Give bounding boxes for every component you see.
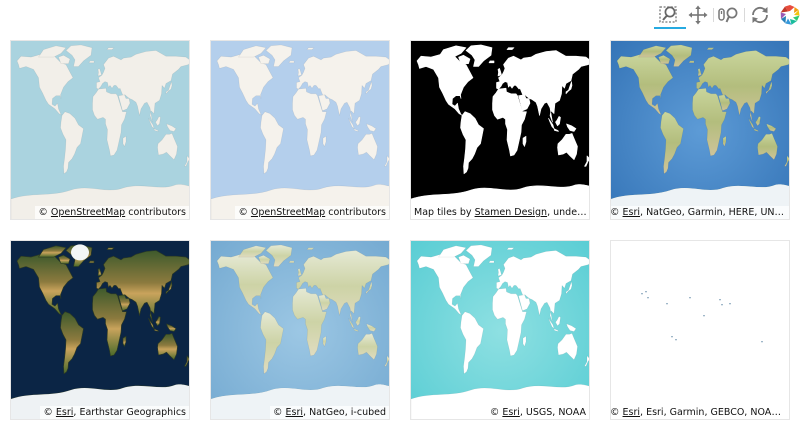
map-canvas[interactable]: [211, 41, 390, 220]
toolbar-divider: [713, 8, 714, 22]
wheel-zoom-icon: [718, 7, 738, 23]
attribution-prefix: ©: [43, 407, 56, 418]
attribution-link[interactable]: Esri: [56, 407, 74, 418]
map-feature-speck: [689, 297, 691, 299]
plot-toolbar: [650, 0, 800, 32]
map-tile-imagery[interactable]: © Esri, Earthstar Geographics: [10, 240, 190, 420]
attribution-text: © Esri, NatGeo, i-cubed: [270, 406, 389, 419]
map-canvas[interactable]: [11, 41, 190, 220]
bokeh-logo[interactable]: [778, 4, 800, 26]
map-feature-speck: [641, 293, 643, 295]
attribution-prefix: ©: [273, 407, 286, 418]
attribution-text: © Esri, NatGeo, Garmin, HERE, UNE...: [610, 206, 789, 219]
attribution-link[interactable]: Esri: [286, 407, 304, 418]
map-tile-natgeo[interactable]: © Esri, NatGeo, Garmin, HERE, UNE...: [610, 40, 790, 220]
attribution-link[interactable]: Esri: [623, 407, 641, 418]
map-feature-speck: [729, 303, 731, 305]
attribution-prefix: Map tiles by: [414, 207, 475, 218]
attribution-text: © Esri, Earthstar Geographics: [40, 406, 189, 419]
attribution-text: © Esri, Esri, Garmin, GEBCO, NOAA,...: [610, 406, 789, 419]
attribution-prefix: ©: [38, 207, 51, 218]
attribution-prefix: ©: [610, 407, 623, 418]
map-canvas[interactable]: [411, 241, 590, 420]
attribution-link[interactable]: Esri: [502, 407, 520, 418]
map-tile-light[interactable]: © OpenStreetMap contributors: [10, 40, 190, 220]
map-canvas[interactable]: [11, 241, 190, 420]
attribution-suffix: , NatGeo, i-cubed: [303, 407, 386, 418]
iceland-landmass: [488, 60, 495, 64]
pan-icon: [688, 5, 708, 25]
iceland-landmass: [488, 260, 495, 264]
map-tile-sparse[interactable]: © Esri, Esri, Garmin, GEBCO, NOAA,...: [610, 240, 790, 420]
map-tile-natgeo-light[interactable]: © Esri, NatGeo, i-cubed: [210, 240, 390, 420]
pan-tool[interactable]: [686, 4, 710, 26]
attribution-suffix: , USGS, NOAA: [519, 407, 586, 418]
reset-tool[interactable]: [748, 4, 772, 26]
map-feature-speck: [719, 299, 721, 301]
attribution-prefix: ©: [489, 407, 503, 418]
iceland-landmass: [288, 260, 295, 264]
wheel-zoom-tool[interactable]: [717, 4, 741, 26]
attribution-suffix: , under ...: [547, 207, 590, 218]
iceland-landmass: [88, 260, 95, 264]
attribution-link[interactable]: OpenStreetMap: [251, 207, 325, 218]
map-feature-speck: [761, 341, 763, 343]
ice-cap: [71, 244, 89, 261]
map-feature-speck: [703, 315, 705, 317]
box-zoom-icon: [659, 6, 677, 23]
map-tile-ocean-teal[interactable]: © Esri, USGS, NOAA: [410, 240, 590, 420]
map-canvas[interactable]: [611, 41, 790, 220]
box-zoom-tool[interactable]: [654, 4, 686, 29]
map-tile-toner[interactable]: Map tiles by Stamen Design, under ...: [410, 40, 590, 220]
attribution-link[interactable]: Esri: [623, 207, 641, 218]
map-feature-speck: [666, 303, 668, 305]
iceland-landmass: [88, 60, 95, 64]
attribution-text: © OpenStreetMap contributors: [235, 206, 389, 219]
map-feature-speck: [645, 291, 647, 293]
map-feature-speck: [675, 339, 677, 341]
attribution-link[interactable]: Stamen Design: [475, 207, 548, 218]
iceland-landmass: [288, 60, 295, 64]
attribution-suffix: , Earthstar Geographics: [73, 407, 186, 418]
attribution-suffix: , NatGeo, Garmin, HERE, UNE...: [640, 207, 789, 218]
attribution-suffix: , Esri, Garmin, GEBCO, NOAA,...: [640, 407, 789, 418]
bokeh-logo-icon: [780, 5, 800, 25]
reset-icon: [752, 6, 768, 24]
iceland-landmass: [688, 60, 695, 64]
attribution-suffix: contributors: [325, 207, 386, 218]
attribution-prefix: ©: [238, 207, 251, 218]
map-feature-speck: [647, 297, 649, 299]
toolbar-divider: [744, 8, 745, 22]
map-canvas[interactable]: [211, 241, 390, 420]
attribution-text: © OpenStreetMap contributors: [35, 206, 189, 219]
map-canvas[interactable]: [411, 41, 590, 220]
map-tile-blue[interactable]: © OpenStreetMap contributors: [210, 40, 390, 220]
attribution-text: © Esri, USGS, NOAA: [486, 406, 589, 419]
attribution-text: Map tiles by Stamen Design, under ...: [411, 206, 590, 219]
ocean: [611, 241, 789, 419]
map-canvas[interactable]: [611, 241, 790, 420]
map-feature-speck: [671, 336, 673, 338]
attribution-prefix: ©: [610, 207, 623, 218]
map-feature-speck: [721, 304, 723, 306]
attribution-link[interactable]: OpenStreetMap: [51, 207, 125, 218]
attribution-suffix: contributors: [125, 207, 186, 218]
